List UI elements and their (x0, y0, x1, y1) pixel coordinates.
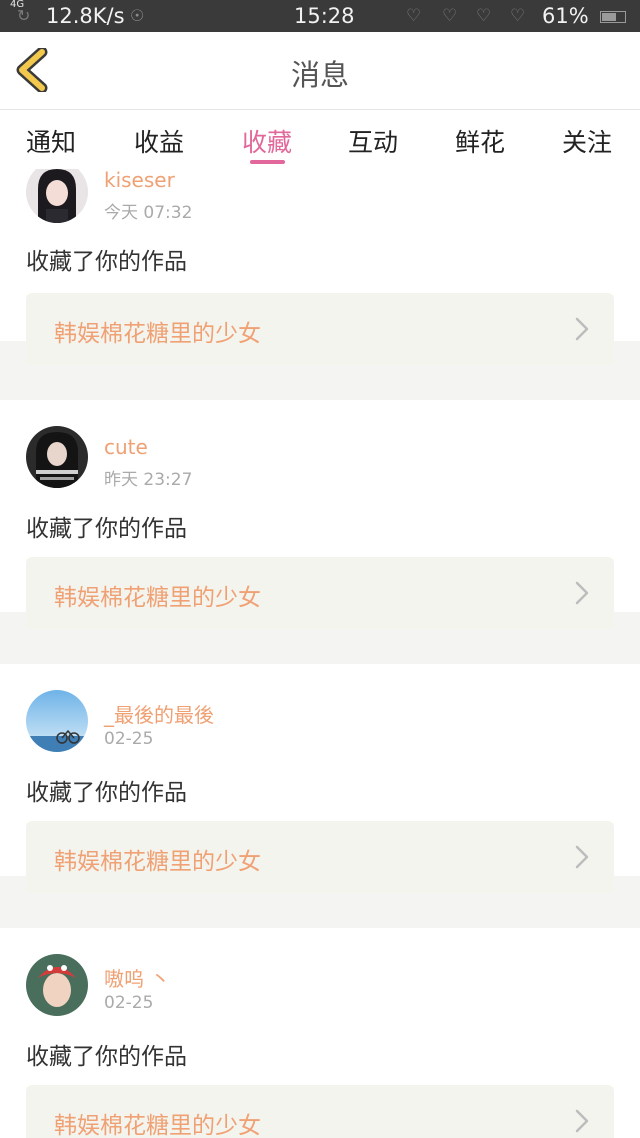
work-link[interactable]: 韩娱棉花糖里的少女 (26, 1085, 614, 1138)
status-bar: 4G ↻ 12.8K/s ☉ 15:28 ♡ ♡ ♡ ♡ 61% (0, 0, 640, 32)
tab-notifications[interactable]: 通知 (26, 123, 76, 159)
page-title: 消息 (290, 58, 349, 92)
work-title: 韩娱棉花糖里的少女 (54, 849, 261, 875)
message-list[interactable]: kiseser 今天 07:32 收藏了你的作品 韩娱棉花糖里的少女 cute … (0, 169, 640, 1138)
chevron-right-icon (575, 845, 589, 869)
nav-header: 消息 (0, 32, 640, 110)
work-title: 韩娱棉花糖里的少女 (54, 1113, 261, 1138)
chevron-right-icon (575, 581, 589, 605)
avatar[interactable] (26, 169, 88, 223)
work-link[interactable]: 韩娱棉花糖里的少女 (26, 557, 614, 629)
message-tabs: 通知 收益 收藏 互动 鲜花 关注 (0, 111, 640, 169)
heart-icon: ♡ (510, 6, 526, 26)
timestamp: 昨天 23:27 (104, 470, 193, 490)
battery-percent: 61% (542, 4, 589, 28)
active-tab-indicator (250, 160, 285, 164)
list-item: 嗷呜 丶 02-25 收藏了你的作品 韩娱棉花糖里的少女 (0, 928, 640, 1138)
work-title: 韩娱棉花糖里的少女 (54, 321, 261, 347)
username[interactable]: cute (104, 435, 148, 459)
work-link[interactable]: 韩娱棉花糖里的少女 (26, 293, 614, 365)
tab-earnings[interactable]: 收益 (134, 123, 184, 159)
action-text: 收藏了你的作品 (26, 516, 187, 542)
list-item: kiseser 今天 07:32 收藏了你的作品 韩娱棉花糖里的少女 (0, 169, 640, 365)
chevron-right-icon (575, 1109, 589, 1133)
tab-flowers[interactable]: 鲜花 (455, 123, 505, 159)
action-text: 收藏了你的作品 (26, 249, 187, 275)
work-link[interactable]: 韩娱棉花糖里的少女 (26, 821, 614, 893)
tab-interactions[interactable]: 互动 (348, 123, 398, 159)
heart-icon: ♡ (476, 6, 492, 26)
timestamp: 今天 07:32 (104, 203, 193, 223)
wifi-icon: ☉ (130, 6, 145, 25)
battery-icon (600, 11, 626, 23)
username[interactable]: kiseser (104, 169, 175, 192)
username[interactable]: 嗷呜 丶 (104, 963, 170, 992)
action-text: 收藏了你的作品 (26, 1044, 187, 1070)
tab-favorites[interactable]: 收藏 (242, 123, 292, 159)
tab-follows[interactable]: 关注 (562, 123, 612, 159)
timestamp: 02-25 (104, 993, 154, 1013)
work-title: 韩娱棉花糖里的少女 (54, 585, 261, 611)
avatar[interactable] (26, 690, 88, 752)
network-speed: 12.8K/s (46, 4, 125, 28)
list-item: _最後的最後 02-25 收藏了你的作品 韩娱棉花糖里的少女 (0, 664, 640, 893)
signal-icon: ↻ (17, 6, 31, 25)
chevron-right-icon (575, 317, 589, 341)
status-time: 15:28 (294, 4, 355, 28)
username[interactable]: _最後的最後 (104, 699, 214, 728)
avatar[interactable] (26, 954, 88, 1016)
avatar[interactable] (26, 426, 88, 488)
heart-icon: ♡ (406, 6, 422, 26)
timestamp: 02-25 (104, 729, 154, 749)
heart-icon: ♡ (442, 6, 458, 26)
list-item: cute 昨天 23:27 收藏了你的作品 韩娱棉花糖里的少女 (0, 400, 640, 629)
action-text: 收藏了你的作品 (26, 780, 187, 806)
